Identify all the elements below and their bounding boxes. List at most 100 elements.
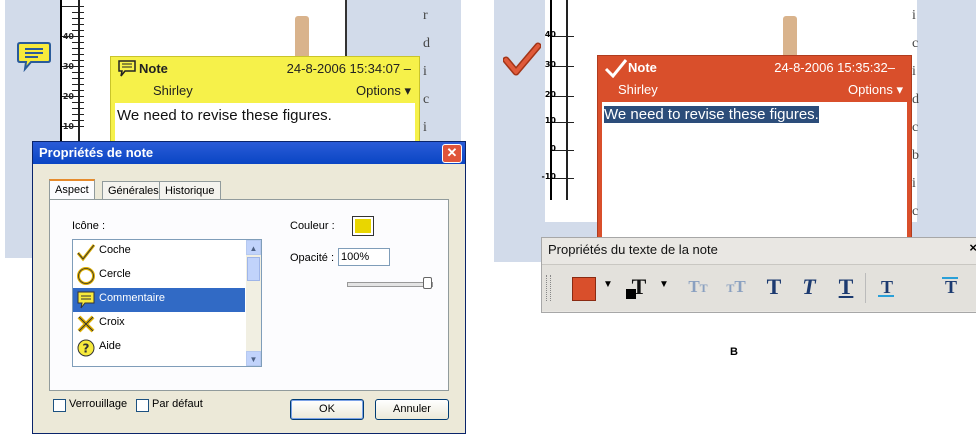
ruler-minor-tick: [72, 108, 84, 109]
ruler-label: 30: [62, 62, 74, 71]
ruler-right: 40 30 20 10 0 -10: [542, 0, 602, 200]
list-item[interactable]: Coche: [73, 240, 245, 264]
ok-button[interactable]: OK: [290, 399, 364, 420]
chevron-down-icon: ▾: [404, 83, 411, 98]
toolbar-row: ▼ T ▼ TT TT T T T T T: [542, 264, 976, 311]
lock-checkbox[interactable]: [53, 399, 66, 412]
note-timestamp-text: 24-8-2006 15:34:07: [286, 61, 401, 76]
note-timestamp-text: 24-8-2006 15:35:32: [774, 60, 888, 75]
toolbar-grip[interactable]: [546, 275, 551, 301]
check-icon: [76, 244, 96, 262]
note-title: Note: [139, 61, 168, 76]
minimize-icon[interactable]: –: [888, 60, 895, 75]
ruler-label: 40: [544, 30, 556, 39]
dialog-title: Propriétés de note: [39, 145, 154, 160]
text-color-icon[interactable]: T: [626, 273, 652, 301]
small-caps-icon[interactable]: TT: [684, 273, 712, 301]
note-options-label: Options: [848, 82, 893, 97]
tab-aspect[interactable]: Aspect: [49, 179, 95, 201]
aspect-panel: Icône : Coche Cercle Commentaire Croix ?…: [49, 199, 449, 391]
note-author: Shirley: [153, 83, 193, 98]
color-swatch-button[interactable]: [352, 216, 374, 236]
ruler-minor-tick: [72, 84, 84, 85]
underline-icon[interactable]: T: [834, 273, 858, 301]
scroll-down-icon[interactable]: ▼: [246, 351, 261, 366]
page-tab-marker: [783, 16, 797, 60]
check-note-icon[interactable]: [503, 42, 541, 76]
ruler-minor-tick: [72, 60, 84, 61]
note-timestamp[interactable]: 24-8-2006 15:34:07 –: [287, 61, 411, 76]
ruler-label: 30: [544, 60, 556, 69]
note-body-textarea[interactable]: We need to revise these figures.: [602, 102, 907, 246]
icon-listbox[interactable]: Coche Cercle Commentaire Croix ? Aide ▲: [72, 239, 262, 367]
ruler-minor-tick: [72, 90, 84, 91]
note-properties-dialog: Propriétés de note ✕ Aspect Générales Hi…: [32, 141, 466, 434]
minimize-icon[interactable]: –: [404, 61, 411, 76]
circle-icon: [77, 267, 95, 285]
ruler-minor-tick: [72, 30, 84, 31]
text-color-swatch: [626, 289, 636, 299]
note-options-label: Options: [356, 83, 401, 98]
ruler-label: 10: [544, 116, 556, 125]
chevron-down-icon: ▾: [896, 82, 903, 97]
toolbar-divider: [865, 273, 866, 303]
italic-icon[interactable]: T: [797, 273, 821, 301]
opacity-slider-track[interactable]: [347, 282, 433, 287]
chevron-down-icon[interactable]: ▼: [659, 279, 669, 290]
comment-icon: [77, 291, 95, 309]
figure-caption: B: [730, 346, 738, 358]
scroll-up-icon[interactable]: ▲: [246, 240, 261, 255]
tab-historique[interactable]: Historique de révisions: [159, 181, 221, 233]
ruler-label: 40: [62, 32, 74, 41]
default-checkbox[interactable]: [136, 399, 149, 412]
color-swatch: [355, 219, 371, 233]
cross-icon: [77, 315, 95, 333]
ruler-minor-tick: [72, 18, 84, 19]
list-item-label: Cercle: [99, 268, 131, 280]
icon-label: Icône :: [72, 220, 106, 232]
fill-color-swatch[interactable]: [572, 277, 596, 301]
list-item[interactable]: Commentaire: [73, 288, 245, 312]
svg-text:?: ?: [83, 342, 90, 356]
note-timestamp[interactable]: 24-8-2006 15:35:32–: [774, 60, 895, 75]
ruler-label: -10: [541, 172, 556, 181]
list-item-label: Aide: [99, 340, 122, 352]
list-item[interactable]: Cercle: [73, 264, 245, 288]
dialog-titlebar[interactable]: Propriétés de note ✕: [33, 142, 465, 164]
ruler-minor-tick: [72, 24, 84, 25]
list-scrollbar[interactable]: ▲ ▼: [246, 240, 261, 366]
ruler-minor-tick: [72, 120, 84, 121]
note-options-menu[interactable]: Options ▾: [356, 83, 411, 99]
tab-generales[interactable]: Générales: [102, 181, 165, 200]
strikethrough-icon[interactable]: T: [940, 273, 962, 301]
opacity-label: Opacité :: [290, 252, 335, 264]
bold-icon[interactable]: T: [762, 273, 786, 301]
close-icon[interactable]: ✕: [442, 144, 462, 163]
note-options-menu[interactable]: Options ▾: [848, 82, 903, 98]
help-icon: ?: [77, 339, 95, 357]
subscript-icon[interactable]: T: [876, 273, 898, 301]
ruler-axis: [566, 0, 568, 200]
scroll-thumb[interactable]: [247, 257, 260, 281]
page-edge-text: rdici: [423, 8, 430, 135]
list-item-label: Commentaire: [99, 292, 166, 304]
ruler-tick: [62, 6, 84, 7]
ruler-minor-tick: [72, 42, 84, 43]
list-item[interactable]: ? Aide: [73, 336, 245, 360]
ruler-label: 0: [550, 144, 556, 153]
ruler-minor-tick: [72, 12, 84, 13]
ruler-minor-tick: [72, 48, 84, 49]
ruler-minor-tick: [72, 78, 84, 79]
opacity-input[interactable]: 100%: [338, 248, 390, 266]
list-item[interactable]: Croix: [73, 312, 245, 336]
comment-note-icon[interactable]: [16, 40, 52, 72]
cancel-button[interactable]: Annuler: [375, 399, 449, 420]
chevron-down-icon[interactable]: ▼: [603, 279, 613, 290]
toolbar-title: Propriétés du texte de la note: [548, 242, 718, 257]
note-popup-red: Note 24-8-2006 15:35:32– Shirley Options…: [597, 55, 912, 247]
close-icon[interactable]: ×: [969, 240, 976, 255]
note-check-icon: [604, 59, 628, 78]
superscript-icon[interactable]: TT: [722, 273, 750, 301]
opacity-slider-thumb[interactable]: [423, 277, 432, 289]
note-popup-yellow: Note 24-8-2006 15:34:07 – Shirley Option…: [110, 56, 420, 150]
